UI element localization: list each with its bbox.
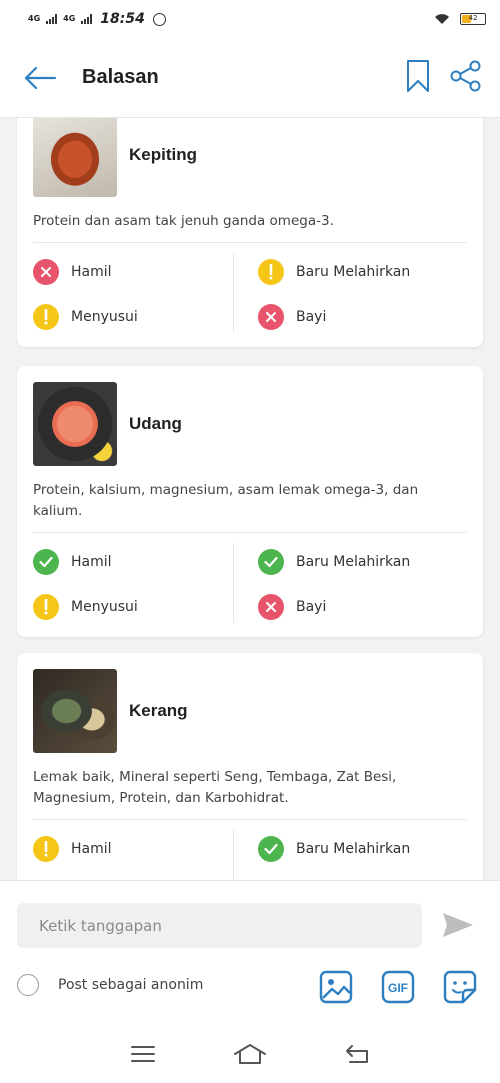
udang-image	[33, 382, 117, 466]
status-label: Hamil	[71, 840, 112, 857]
app-header: Balasan	[0, 38, 500, 118]
check-icon	[258, 835, 284, 862]
food-name: Kepiting	[129, 145, 197, 164]
network-label-2: 4G	[63, 14, 76, 23]
status-bayi: Bayi	[250, 584, 467, 629]
check-icon	[33, 548, 59, 575]
battery-icon: 42	[460, 13, 486, 25]
status-label: Bayi	[296, 308, 327, 325]
status-baru-melahirkan: Baru Melahirkan	[250, 539, 467, 584]
food-description: Protein, kalsium, magnesium, asam lemak …	[33, 466, 467, 533]
status-hamil: Hamil	[33, 249, 250, 294]
exclamation-icon	[33, 593, 59, 620]
send-button[interactable]	[438, 908, 478, 942]
exclamation-icon	[258, 258, 284, 285]
check-icon	[258, 548, 284, 575]
exclamation-icon	[33, 835, 59, 862]
image-icon	[319, 970, 353, 1004]
share-button[interactable]	[450, 60, 482, 96]
cross-icon	[33, 258, 59, 285]
reply-input[interactable]	[17, 903, 422, 948]
gif-button[interactable]: GIF	[380, 969, 416, 1005]
status-menyusui: Menyusui	[33, 294, 250, 339]
kepiting-image	[33, 118, 117, 197]
status-bar: 4G 4G 18:54 42	[0, 0, 500, 38]
sticker-button[interactable]	[442, 969, 478, 1005]
share-icon	[450, 60, 481, 91]
page-title: Balasan	[82, 66, 159, 88]
home-icon	[233, 1044, 266, 1064]
kerang-image	[33, 669, 117, 753]
status-menyusui: Menyusui	[33, 584, 250, 629]
status-label: Hamil	[71, 553, 112, 570]
back-button[interactable]	[20, 58, 60, 98]
food-description: Lemak baik, Mineral seperti Seng, Tembag…	[33, 753, 467, 820]
anonymous-toggle[interactable]: Post sebagai anonim	[17, 974, 203, 996]
status-hamil: Hamil	[33, 539, 250, 584]
status-hamil: Hamil	[33, 826, 250, 871]
food-name: Udang	[129, 414, 182, 433]
signal-icon-2	[81, 14, 93, 24]
food-list[interactable]: Kepiting Protein dan asam tak jenuh gand…	[0, 118, 500, 880]
whatsapp-icon	[152, 12, 166, 26]
status-label: Bayi	[296, 598, 327, 615]
back-nav-button[interactable]	[337, 1039, 377, 1069]
status-label: Baru Melahirkan	[296, 553, 411, 570]
status-menyusui	[33, 871, 250, 880]
bookmark-button[interactable]	[406, 59, 430, 97]
food-card-kepiting[interactable]: Kepiting Protein dan asam tak jenuh gand…	[17, 118, 483, 347]
menu-nav-button[interactable]	[123, 1039, 163, 1069]
sticker-icon	[443, 970, 477, 1004]
status-baru-melahirkan: Baru Melahirkan	[250, 249, 467, 294]
status-baru-melahirkan: Baru Melahirkan	[250, 826, 467, 871]
status-label: Menyusui	[71, 308, 138, 325]
arrow-left-icon	[24, 66, 57, 89]
reply-bar: Post sebagai anonim GIF	[0, 880, 500, 1025]
anonymous-radio[interactable]	[17, 974, 39, 996]
status-label: Baru Melahirkan	[296, 263, 411, 280]
status-label: Baru Melahirkan	[296, 840, 411, 857]
status-bayi	[250, 871, 467, 880]
battery-level: 42	[468, 14, 478, 22]
network-label-1: 4G	[28, 14, 41, 23]
exclamation-icon	[33, 303, 59, 330]
wifi-icon	[435, 14, 449, 24]
image-button[interactable]	[318, 969, 354, 1005]
status-bayi: Bayi	[250, 294, 467, 339]
food-card-udang[interactable]: Udang Protein, kalsium, magnesium, asam …	[17, 366, 483, 637]
signal-icon	[46, 14, 58, 24]
anonymous-label: Post sebagai anonim	[58, 977, 204, 993]
clock: 18:54	[100, 11, 145, 27]
food-description: Protein dan asam tak jenuh ganda omega-3…	[33, 197, 467, 243]
food-name: Kerang	[129, 701, 188, 720]
cross-icon	[258, 593, 284, 620]
menu-icon	[131, 1046, 156, 1062]
bookmark-icon	[407, 59, 429, 92]
home-nav-button[interactable]	[230, 1039, 270, 1069]
gif-label: GIF	[388, 981, 408, 995]
send-icon	[443, 913, 473, 937]
gif-icon: GIF	[381, 970, 415, 1004]
cross-icon	[258, 303, 284, 330]
status-label: Menyusui	[71, 598, 138, 615]
return-icon	[345, 1045, 368, 1063]
system-nav-bar	[0, 1025, 500, 1083]
status-label: Hamil	[71, 263, 112, 280]
food-card-kerang[interactable]: Kerang Lemak baik, Mineral seperti Seng,…	[17, 653, 483, 880]
